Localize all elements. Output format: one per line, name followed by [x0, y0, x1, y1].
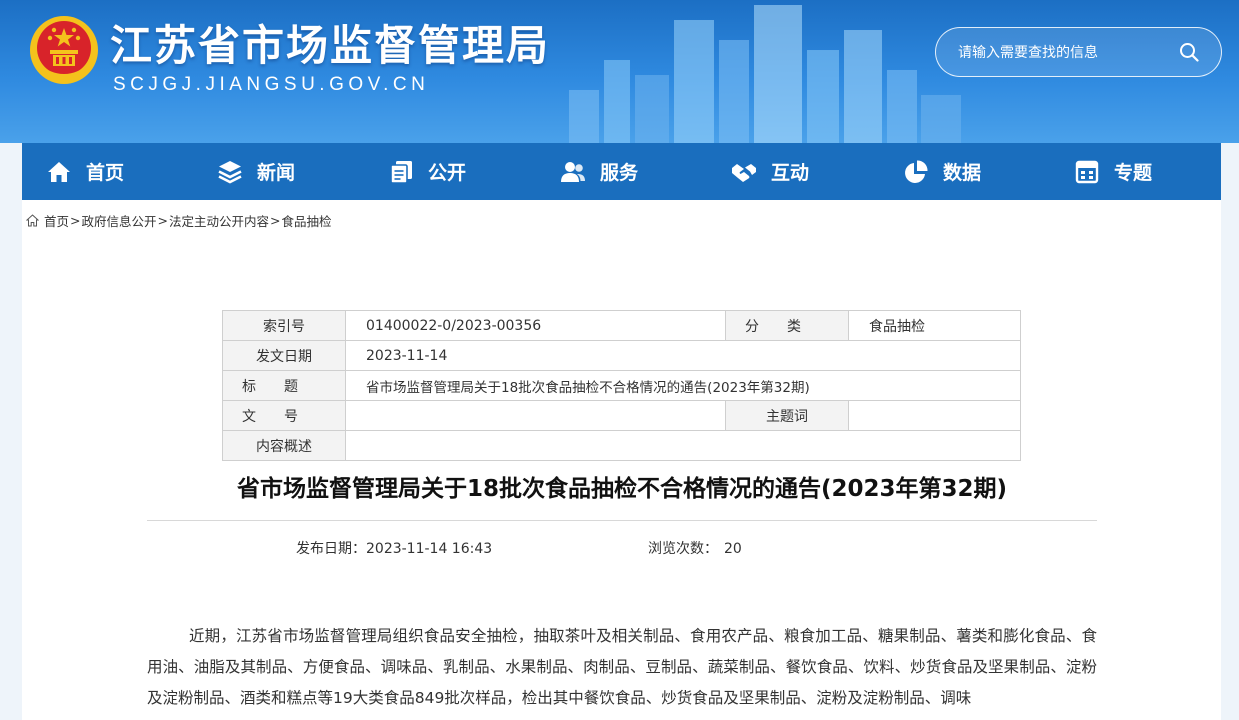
- nav-item-public[interactable]: 公开: [388, 143, 466, 200]
- publish-date-value: 2023-11-14 16:43: [366, 541, 493, 557]
- handshake-icon: [732, 163, 756, 182]
- title-label: 标题: [222, 370, 346, 401]
- search-box: [935, 27, 1222, 77]
- table-row: 内容概述: [222, 430, 1021, 461]
- breadcrumb-statutory[interactable]: 法定主动公开内容: [169, 211, 269, 230]
- calendar-icon: [1075, 160, 1099, 183]
- keyword-label: 主题词: [725, 400, 849, 431]
- document-metadata-table: 索引号 01400022-0/2023-00356 分类 食品抽检 发文日期 2…: [222, 310, 1021, 461]
- nav-item-service[interactable]: 服务: [560, 143, 638, 200]
- summary-value: [345, 430, 1021, 461]
- publish-date: 发布日期：2023-11-14 16:43: [296, 538, 492, 558]
- search-icon[interactable]: [1179, 42, 1199, 62]
- view-count-value: 20: [724, 541, 742, 557]
- title-value: 省市场监督管理局关于18批次食品抽检不合格情况的通告(2023年第32期): [345, 370, 1021, 401]
- table-row: 文号 主题词: [222, 400, 1021, 431]
- national-emblem-logo: [30, 16, 98, 84]
- home-icon: [48, 161, 70, 182]
- view-count: 浏览次数： 20: [648, 538, 742, 558]
- main-nav: 首页 新闻 公开 服务 互动 数据 专题: [22, 143, 1221, 200]
- nav-item-data[interactable]: 数据: [903, 143, 981, 200]
- nav-label: 公开: [428, 162, 467, 184]
- summary-label: 内容概述: [222, 430, 346, 461]
- table-row: 发文日期 2023-11-14: [222, 340, 1021, 371]
- nav-item-topics[interactable]: 专题: [1074, 143, 1152, 200]
- date-value: 2023-11-14: [345, 340, 1021, 371]
- doc-number-value: [345, 400, 726, 431]
- nav-label: 互动: [771, 162, 810, 184]
- breadcrumb-separator: >: [157, 213, 168, 228]
- nav-label: 新闻: [257, 162, 296, 184]
- home-icon: [26, 214, 39, 227]
- keyword-value: [848, 400, 1021, 431]
- article-paragraph: 近期，江苏省市场监督管理局组织食品安全抽检，抽取茶叶及相关制品、食用农产品、粮食…: [147, 627, 1097, 707]
- city-skyline-decoration: [569, 5, 961, 143]
- date-label: 发文日期: [222, 340, 346, 371]
- table-row: 索引号 01400022-0/2023-00356 分类 食品抽检: [222, 310, 1021, 341]
- users-icon: [561, 161, 585, 182]
- layers-icon: [218, 160, 242, 183]
- nav-item-interaction[interactable]: 互动: [731, 143, 809, 200]
- breadcrumb-home[interactable]: 首页: [44, 211, 69, 230]
- breadcrumb: 首页 > 政府信息公开 > 法定主动公开内容 > 食品抽检: [26, 211, 332, 230]
- breadcrumb-separator: >: [270, 213, 281, 228]
- index-label: 索引号: [222, 310, 346, 341]
- nav-label: 数据: [943, 162, 982, 184]
- publish-date-label: 发布日期：: [296, 541, 366, 557]
- nav-label: 首页: [86, 162, 125, 184]
- files-icon: [390, 160, 412, 184]
- article-title: 省市场监督管理局关于18批次食品抽检不合格情况的通告(2023年第32期): [236, 476, 1008, 502]
- nav-item-home[interactable]: 首页: [46, 143, 124, 200]
- category-label: 分类: [725, 310, 849, 341]
- nav-item-news[interactable]: 新闻: [217, 143, 295, 200]
- doc-number-label: 文号: [222, 400, 346, 431]
- table-row: 标题 省市场监督管理局关于18批次食品抽检不合格情况的通告(2023年第32期): [222, 370, 1021, 401]
- site-header: 江苏省市场监督管理局 SCJGJ.JIANGSU.GOV.CN: [0, 0, 1239, 143]
- category-value: 食品抽检: [848, 310, 1021, 341]
- site-title: 江苏省市场监督管理局: [110, 21, 551, 70]
- breadcrumb-food-inspection[interactable]: 食品抽检: [282, 211, 332, 230]
- title-divider: [147, 520, 1097, 521]
- site-domain: SCJGJ.JIANGSU.GOV.CN: [113, 74, 430, 95]
- nav-label: 服务: [600, 162, 639, 184]
- search-input[interactable]: [958, 43, 1168, 63]
- main-content: 首页 新闻 公开 服务 互动 数据 专题 首页 > 政府信息公开 > 法定主动公…: [22, 143, 1221, 720]
- index-value: 01400022-0/2023-00356: [345, 310, 726, 341]
- nav-label: 专题: [1114, 162, 1153, 184]
- pie-chart-icon: [905, 159, 928, 183]
- breadcrumb-gov-info[interactable]: 政府信息公开: [82, 211, 157, 230]
- breadcrumb-separator: >: [70, 213, 81, 228]
- view-count-label: 浏览次数：: [648, 541, 718, 557]
